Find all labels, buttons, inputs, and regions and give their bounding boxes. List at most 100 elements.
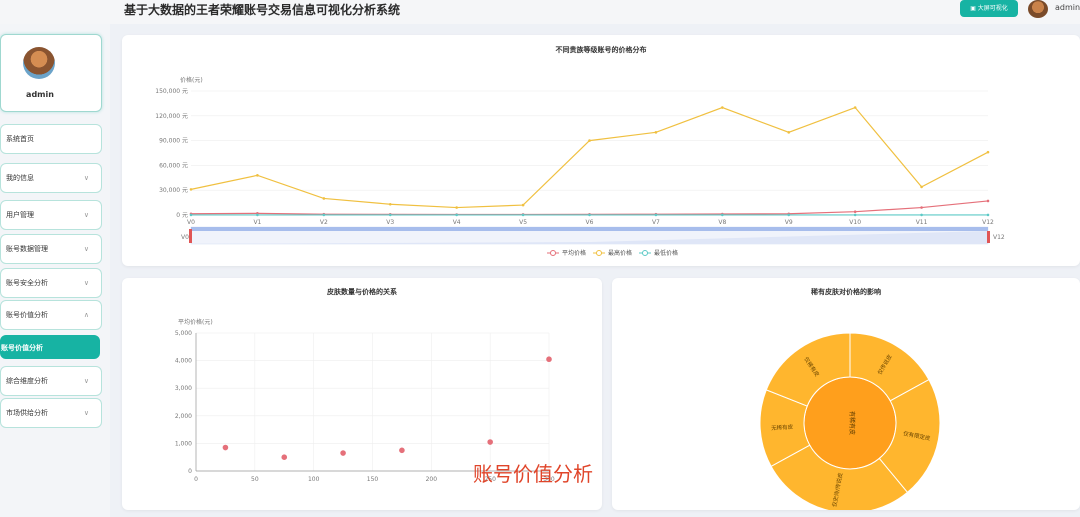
top-username[interactable]: admin <box>1055 3 1080 12</box>
data-point <box>721 106 724 109</box>
data-point <box>588 139 591 142</box>
x-tick-label: V0 <box>187 219 195 226</box>
x-tick-label: V5 <box>519 219 527 226</box>
sidebar-item[interactable]: 用户管理 ∨ <box>0 200 102 230</box>
data-point <box>455 213 458 217</box>
y-tick-label: 0 <box>188 468 192 475</box>
data-point <box>322 197 326 200</box>
chevron-up-icon: ∧ <box>83 311 89 319</box>
x-tick-label: 0 <box>194 476 198 483</box>
x-tick-label: 50 <box>251 476 259 483</box>
datazoom-selected-range <box>191 227 988 231</box>
data-point <box>787 213 791 217</box>
profile-avatar <box>23 47 55 79</box>
sidebar-item[interactable]: 市场供给分析 ∨ <box>0 398 102 428</box>
chevron-down-icon: ∨ <box>83 377 89 385</box>
x-tick-label: V4 <box>453 219 461 226</box>
sidebar-item-label: 我的信息 <box>6 174 34 182</box>
y-tick-label: 1,000 <box>175 440 192 447</box>
line-chart: 价格(元) 0 元 30,000 元 60,000 元 90,000 元 120,000 … <box>155 76 1005 257</box>
top-bar: 基于大数据的王者荣耀账号交易信息可视化分析系统 ▣ 大屏可视化 admin <box>0 0 1080 24</box>
data-point <box>920 206 923 209</box>
sidebar-item-label: 账号价值分析 <box>6 311 48 319</box>
bigscreen-button-label: 大屏可视化 <box>977 5 1008 12</box>
sunburst-inner-label: 有稀有皮 <box>848 411 856 435</box>
y-tick-label: 90,000 元 <box>159 138 188 145</box>
profile-username: admin <box>26 90 54 99</box>
sidebar-item-label: 账号价值分析 <box>1 344 43 352</box>
data-point <box>654 131 658 134</box>
chevron-down-icon: ∨ <box>83 211 89 219</box>
x-tick-label: V8 <box>718 219 726 226</box>
monitor-icon: ▣ <box>970 5 976 12</box>
sidebar-item[interactable]: 综合维度分析 ∨ <box>0 366 102 396</box>
x-tick-label: V12 <box>982 219 994 226</box>
sidebar-item[interactable]: 账号安全分析 ∨ <box>0 268 102 298</box>
legend-marker <box>596 250 602 256</box>
y-tick-label: 30,000 元 <box>159 187 188 194</box>
y-tick-label: 4,000 <box>175 358 192 365</box>
y-axis-label: 价格(元) <box>180 76 203 84</box>
avatar[interactable] <box>1028 0 1048 18</box>
chevron-down-icon: ∨ <box>83 409 89 417</box>
datazoom-end-label: V12 <box>993 234 1005 241</box>
series-line <box>190 200 989 216</box>
bigscreen-button[interactable]: ▣ 大屏可视化 <box>960 0 1018 17</box>
y-axis-label: 平均价格(元) <box>178 318 213 326</box>
sunburst-chart: 有稀有皮仅传说皮仅有限定皮仅史诗/传说皮无稀有皮仅稀有皮 <box>759 332 941 510</box>
sidebar-item[interactable]: 我的信息 ∨ <box>0 163 102 193</box>
scatter-point <box>281 454 288 460</box>
sidebar: admin 系统首页 我的信息 ∨ 用户管理 ∨ 账号数据管理 ∨ 账号安全分析 ∨ 账号价值分析… <box>0 24 110 517</box>
data-point <box>853 210 857 213</box>
data-point <box>920 213 923 217</box>
legend-label: 平均价格 <box>562 249 586 257</box>
legend-marker <box>642 250 648 256</box>
data-point <box>654 213 658 217</box>
sidebar-item-label: 综合维度分析 <box>6 377 48 385</box>
rare-skin-panel: 稀有皮肤对价格的影响 有稀有皮 仅传说皮 仅有限定皮 仅史诗/传说皮 无稀有皮 仅稀有皮 <box>612 278 1080 510</box>
data-point <box>322 213 326 217</box>
data-point <box>853 106 857 109</box>
y-tick-label: 150,000 元 <box>155 88 188 95</box>
data-point <box>256 174 259 177</box>
profile-card: admin <box>0 34 102 112</box>
sidebar-item-label: 用户管理 <box>6 211 34 219</box>
legend-label: 最高价格 <box>608 249 632 257</box>
data-point <box>189 213 193 217</box>
sidebar-item[interactable]: 账号数据管理 ∨ <box>0 234 102 264</box>
scatter-point <box>487 439 493 445</box>
data-point <box>521 203 525 207</box>
data-point <box>388 202 392 206</box>
data-point <box>986 199 990 203</box>
y-tick-label: 2,000 <box>175 413 192 420</box>
data-point <box>787 131 791 134</box>
scatter-point <box>340 450 346 456</box>
data-point <box>189 188 193 191</box>
app-title: 基于大数据的王者荣耀账号交易信息可视化分析系统 <box>124 3 401 17</box>
x-tick-label: V7 <box>652 219 660 226</box>
y-tick-label: 5,000 <box>175 330 192 337</box>
series-line <box>190 106 989 209</box>
sidebar-item[interactable]: 账号价值分析 ∧ <box>0 300 102 330</box>
data-point <box>388 213 392 217</box>
data-point <box>920 185 923 189</box>
x-tick-label: V1 <box>253 219 261 226</box>
x-tick-label: V2 <box>320 219 328 226</box>
datazoom-start-label: V0 <box>181 234 189 241</box>
y-tick-label: 3,000 <box>175 385 192 392</box>
scatter-point <box>399 447 405 454</box>
data-point <box>256 213 259 217</box>
data-point <box>721 213 724 217</box>
x-tick-label: 150 <box>367 476 379 483</box>
sidebar-item[interactable]: 系统首页 <box>0 124 102 154</box>
datazoom-handle-right <box>987 231 990 243</box>
sidebar-item-label: 账号安全分析 <box>6 279 48 287</box>
x-tick-label: 200 <box>426 476 438 483</box>
y-tick-label: 60,000 元 <box>159 162 188 169</box>
watermark: 账号价值分析 <box>473 462 593 486</box>
data-point <box>986 213 990 217</box>
sidebar-item-active[interactable]: 账号价值分析 <box>0 335 100 359</box>
y-tick-label: 120,000 元 <box>155 113 188 120</box>
datazoom-handle-left <box>189 229 192 243</box>
y-tick-label: 0 元 <box>176 212 188 219</box>
